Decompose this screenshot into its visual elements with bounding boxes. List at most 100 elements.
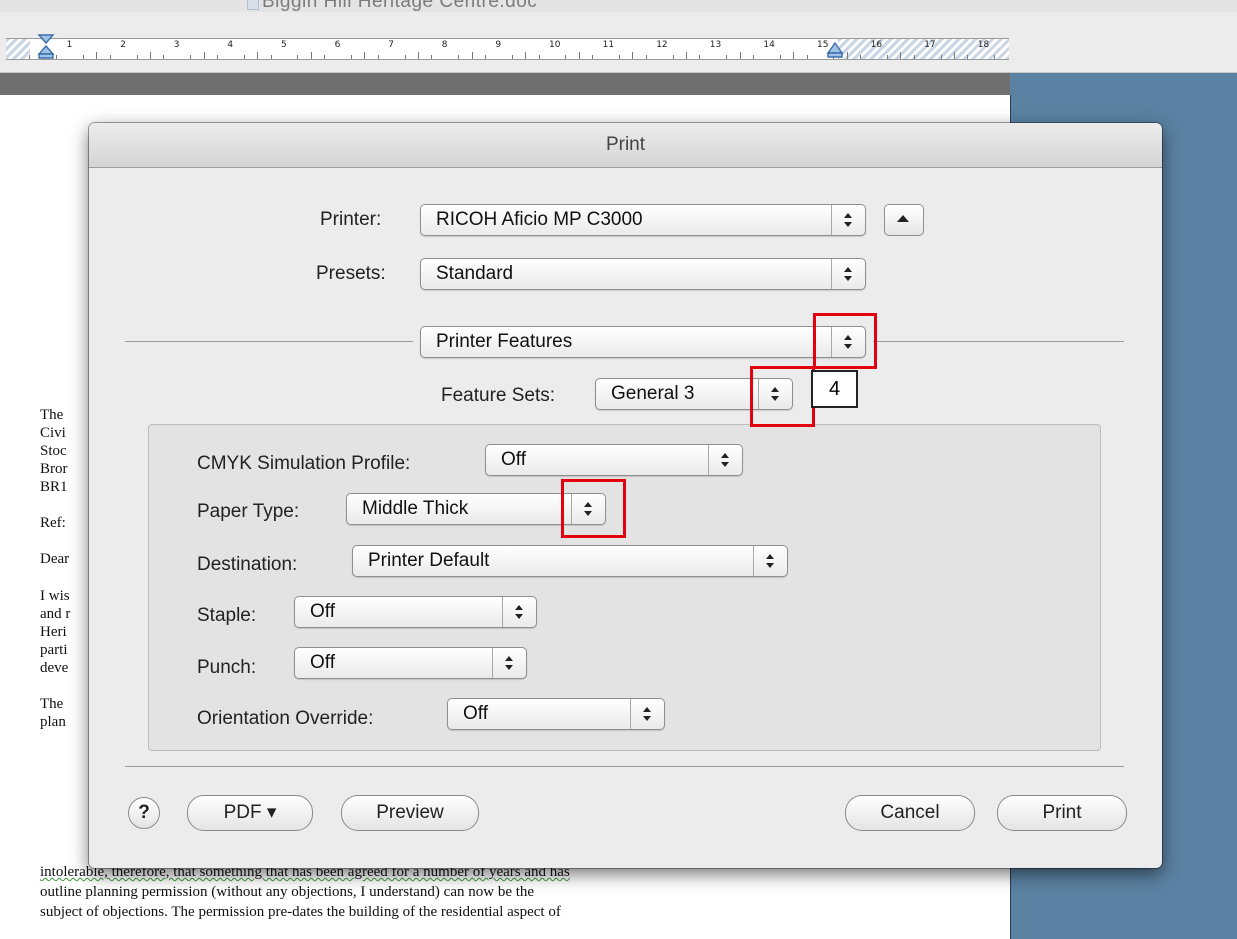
section-separator xyxy=(125,341,413,342)
ruler-tick xyxy=(860,55,862,59)
ruler-tick xyxy=(29,55,31,59)
ruler-number: 1 xyxy=(66,40,73,50)
ruler-number: 2 xyxy=(120,40,126,50)
ruler-tick xyxy=(404,55,406,59)
ruler-tick xyxy=(726,55,728,59)
ruler-tick xyxy=(270,55,272,59)
doc-fragment: plan xyxy=(40,714,66,730)
ruler-tick xyxy=(565,55,567,59)
highlight-box-paper-type-arrows xyxy=(561,479,626,538)
cancel-button[interactable]: Cancel xyxy=(845,795,975,831)
ruler-number: 12 xyxy=(656,40,668,50)
option-label: CMYK Simulation Profile: xyxy=(197,453,411,474)
ruler-number: 17 xyxy=(924,40,936,50)
destination-popup[interactable]: Printer Default xyxy=(352,545,788,577)
section-value: Printer Features xyxy=(436,331,573,352)
option-label: Destination: xyxy=(197,554,298,575)
presets-popup[interactable]: Standard xyxy=(420,258,866,290)
printer-value: RICOH Aficio MP C3000 xyxy=(436,209,643,230)
staple-popup[interactable]: Off xyxy=(294,596,537,628)
ruler-tick xyxy=(297,55,299,59)
ruler-tick xyxy=(377,55,379,59)
doc-fragment: Civi xyxy=(40,425,66,441)
highlight-box-section-arrows xyxy=(813,313,877,369)
ruler-tick xyxy=(150,52,151,59)
popup-arrows-icon xyxy=(630,699,664,729)
step-number-badge: 4 xyxy=(811,370,858,408)
document-icon xyxy=(247,0,259,10)
collapse-details-button[interactable] xyxy=(884,204,924,236)
doc-body-line: subject of objections. The permission pr… xyxy=(40,904,561,920)
ruler-tick xyxy=(699,55,701,59)
ruler-number: 14 xyxy=(763,40,775,50)
feature-options-panel: CMYK Simulation Profile: Off Paper Type:… xyxy=(148,424,1101,751)
ruler-tick xyxy=(96,52,98,59)
popup-arrows-icon xyxy=(831,259,865,289)
ruler-tick xyxy=(793,52,795,59)
presets-value: Standard xyxy=(436,263,514,284)
ruler-number: 18 xyxy=(977,40,990,50)
doc-fragment: Stoc xyxy=(40,443,67,459)
print-button[interactable]: Print xyxy=(997,795,1127,831)
footer-separator xyxy=(125,766,1124,767)
section-popup[interactable]: Printer Features xyxy=(420,326,866,358)
doc-fragment: Dear xyxy=(40,551,70,567)
ruler-number: 13 xyxy=(709,40,722,50)
highlight-box-feature-sets-arrows xyxy=(750,366,815,427)
pdf-menu-button[interactable]: PDF ▾ xyxy=(187,795,313,831)
ruler-tick xyxy=(364,52,366,59)
doc-body-line: outline planning permission (without any… xyxy=(40,884,535,900)
ruler-tick xyxy=(525,52,527,59)
doc-fragment: I wis xyxy=(40,588,70,604)
ruler-tick xyxy=(163,55,165,59)
ruler-tick xyxy=(485,55,486,59)
ruler-tick xyxy=(686,52,687,59)
ruler-tick xyxy=(190,55,192,59)
ruler-tick xyxy=(806,55,808,59)
presets-label: Presets: xyxy=(316,263,386,284)
ruler-number: 16 xyxy=(870,40,883,50)
popup-arrows-icon xyxy=(502,597,536,627)
cmyk-profile-popup[interactable]: Off xyxy=(485,444,743,476)
ruler-tick xyxy=(431,55,433,59)
ruler-tick xyxy=(418,52,419,59)
punch-popup[interactable]: Off xyxy=(294,647,527,679)
help-button[interactable]: ? xyxy=(128,797,160,829)
document-title: Biggin Hill Heritage Centre.doc xyxy=(262,0,538,12)
ruler-tick xyxy=(324,55,326,59)
ruler-tick xyxy=(351,55,352,59)
horizontal-ruler[interactable]: 1 2 3 4 5 6 7 8 9 10 11 12 13 14 15 16 17 18 xyxy=(0,12,1237,73)
ruler-tick xyxy=(136,55,138,59)
printer-popup[interactable]: RICOH Aficio MP C3000 xyxy=(420,204,866,236)
printer-label: Printer: xyxy=(320,209,382,230)
option-label: Orientation Override: xyxy=(197,708,374,729)
ruler-tick xyxy=(645,55,647,59)
workspace-background xyxy=(1010,73,1237,95)
right-indent-marker-icon[interactable] xyxy=(826,40,844,66)
feature-sets-label: Feature Sets: xyxy=(441,385,556,406)
ruler-track[interactable]: 1 2 3 4 5 6 7 8 9 10 11 12 13 14 15 16 17 18 xyxy=(6,38,1009,60)
ruler-number: 3 xyxy=(173,40,180,50)
ruler-tick xyxy=(578,52,580,59)
doc-fragment: Ref: xyxy=(40,515,66,531)
page-gap xyxy=(0,73,1010,95)
option-value: Off xyxy=(501,449,526,470)
popup-arrows-icon xyxy=(708,445,742,475)
doc-fragment: Heri xyxy=(40,624,67,640)
ruler-number: 6 xyxy=(334,40,341,50)
ruler-tick xyxy=(310,52,312,59)
preview-button[interactable]: Preview xyxy=(341,795,479,831)
left-indent-marker-icon[interactable] xyxy=(37,33,55,59)
disclosure-up-icon xyxy=(897,215,909,222)
orientation-override-popup[interactable]: Off xyxy=(447,698,665,730)
ruler-tick xyxy=(940,55,942,59)
ruler-tick xyxy=(109,55,111,59)
ruler-number: 9 xyxy=(495,40,502,50)
ruler-number: 7 xyxy=(388,40,394,50)
ruler-tick xyxy=(913,55,915,59)
ruler-tick xyxy=(954,52,955,59)
option-value: Off xyxy=(310,652,335,673)
option-value: Middle Thick xyxy=(362,498,469,519)
ruler-tick xyxy=(203,52,205,59)
doc-fragment: Bror xyxy=(40,461,68,477)
